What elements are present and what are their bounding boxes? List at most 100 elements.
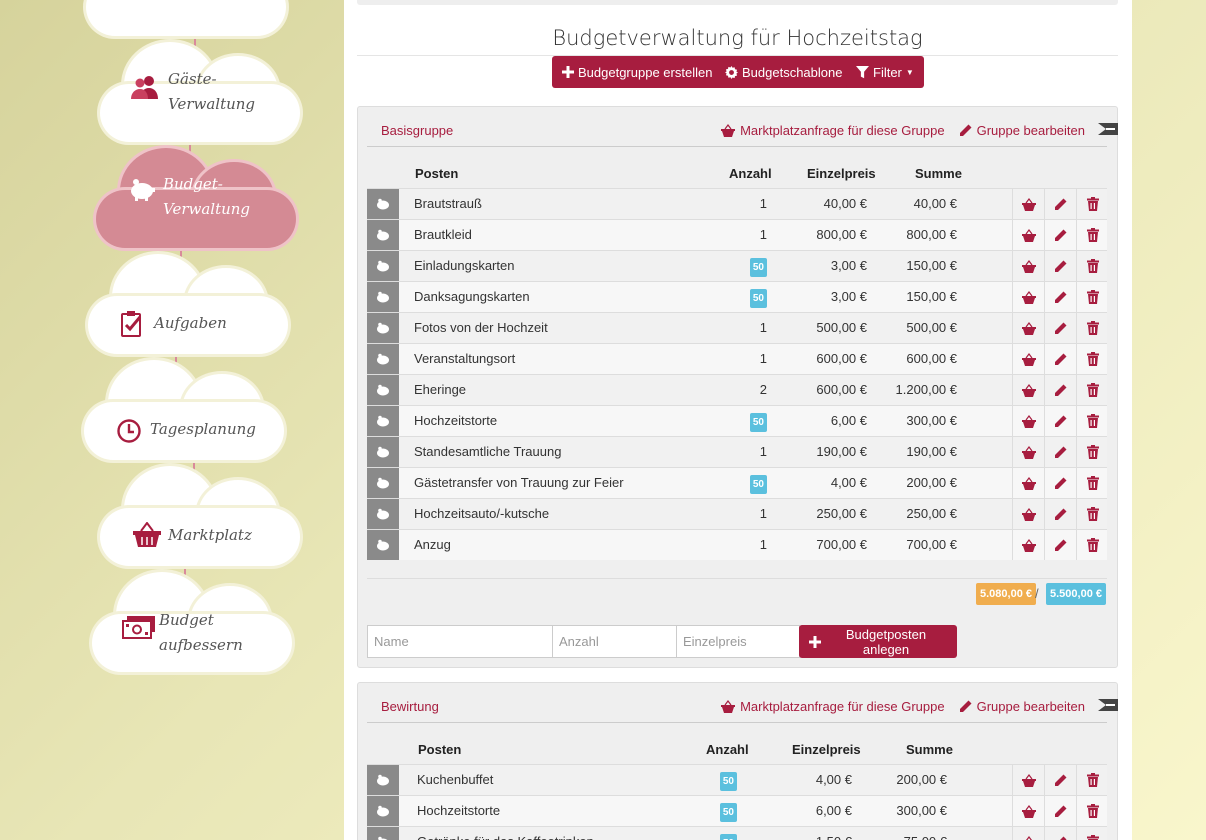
sidebar-item-tagesplanung[interactable]: Tagesplanung	[84, 360, 284, 460]
item-name[interactable]: Anzug	[414, 530, 451, 560]
item-name[interactable]: Veranstaltungsort	[414, 344, 515, 374]
drag-handle[interactable]	[367, 282, 399, 312]
edit-item-button[interactable]	[1044, 827, 1076, 840]
item-name[interactable]: Getränke für das Kaffeetrinken	[417, 827, 594, 840]
item-name[interactable]: Eheringe	[414, 375, 466, 405]
marketplace-item-button[interactable]	[1012, 765, 1044, 795]
marketplace-item-button[interactable]	[1012, 468, 1044, 498]
new-item-name-input[interactable]	[367, 625, 553, 658]
drag-handle[interactable]	[367, 220, 399, 250]
delete-item-button[interactable]	[1076, 313, 1108, 343]
drag-handle[interactable]	[367, 765, 399, 795]
new-item-unit-price-input[interactable]	[676, 625, 800, 658]
group-title[interactable]: Bewirtung	[381, 699, 439, 714]
sidebar-item-gäste[interactable]: Gäste- Verwaltung	[100, 42, 300, 142]
budget-item-row: Einladungskarten 50 3,00 € 150,00 €	[367, 250, 1107, 281]
drag-handle[interactable]	[367, 406, 399, 436]
marketplace-request-link[interactable]: Marktplatzanfrage für diese Gruppe	[721, 699, 945, 714]
budget-template-button[interactable]: Budgetschablone	[715, 56, 853, 88]
drag-handle[interactable]	[367, 499, 399, 529]
marketplace-item-button[interactable]	[1012, 313, 1044, 343]
edit-item-button[interactable]	[1044, 530, 1076, 560]
marketplace-item-button[interactable]	[1012, 406, 1044, 436]
drag-handle[interactable]	[367, 313, 399, 343]
delete-item-button[interactable]	[1076, 437, 1108, 467]
edit-item-button[interactable]	[1044, 406, 1076, 436]
item-name[interactable]: Danksagungskarten	[414, 282, 530, 312]
sidebar-item-dashboard[interactable]: Dashboard	[86, 0, 286, 36]
marketplace-item-button[interactable]	[1012, 437, 1044, 467]
edit-group-link[interactable]: Gruppe bearbeiten	[959, 699, 1085, 714]
marketplace-item-button[interactable]	[1012, 375, 1044, 405]
edit-item-button[interactable]	[1044, 251, 1076, 281]
delete-item-button[interactable]	[1076, 220, 1108, 250]
item-name[interactable]: Brautstrauß	[414, 189, 482, 219]
delete-item-button[interactable]	[1076, 796, 1108, 826]
item-name[interactable]: Hochzeitstorte	[417, 796, 500, 826]
edit-item-button[interactable]	[1044, 344, 1076, 374]
edit-item-button[interactable]	[1044, 796, 1076, 826]
drag-handle[interactable]	[367, 189, 399, 219]
add-budget-item-button[interactable]: Budgetposten anlegen	[799, 625, 957, 658]
item-name[interactable]: Fotos von der Hochzeit	[414, 313, 548, 343]
drag-handle[interactable]	[367, 437, 399, 467]
marketplace-item-button[interactable]	[1012, 282, 1044, 312]
marketplace-request-link[interactable]: Marktplatzanfrage für diese Gruppe	[721, 123, 945, 138]
delete-item-button[interactable]	[1076, 406, 1108, 436]
sidebar-item-aufgaben[interactable]: Aufgaben	[88, 254, 288, 354]
item-name[interactable]: Hochzeitsauto/-kutsche	[414, 499, 549, 529]
delete-item-button[interactable]	[1076, 827, 1108, 840]
item-name[interactable]: Standesamtliche Trauung	[414, 437, 561, 467]
create-budget-group-button[interactable]: Budgetgruppe erstellen	[552, 56, 723, 88]
collapse-group-icon[interactable]	[1098, 699, 1118, 711]
edit-item-button[interactable]	[1044, 765, 1076, 795]
marketplace-item-button[interactable]	[1012, 189, 1044, 219]
marketplace-item-button[interactable]	[1012, 827, 1044, 840]
marketplace-item-button[interactable]	[1012, 344, 1044, 374]
delete-item-button[interactable]	[1076, 468, 1108, 498]
trash-icon	[1086, 835, 1099, 840]
delete-item-button[interactable]	[1076, 375, 1108, 405]
item-name[interactable]: Gästetransfer von Trauung zur Feier	[414, 468, 624, 498]
drag-handle[interactable]	[367, 251, 399, 281]
edit-item-button[interactable]	[1044, 375, 1076, 405]
marketplace-item-button[interactable]	[1012, 499, 1044, 529]
filter-dropdown-button[interactable]: Filter ▼	[846, 56, 924, 88]
drag-handle[interactable]	[367, 796, 399, 826]
item-name[interactable]: Brautkleid	[414, 220, 472, 250]
edit-item-button[interactable]	[1044, 189, 1076, 219]
delete-item-button[interactable]	[1076, 499, 1108, 529]
sidebar-item-budget[interactable]: Budget- Verwaltung	[96, 148, 296, 248]
marketplace-item-button[interactable]	[1012, 530, 1044, 560]
edit-item-button[interactable]	[1044, 282, 1076, 312]
delete-item-button[interactable]	[1076, 189, 1108, 219]
edit-item-button[interactable]	[1044, 468, 1076, 498]
delete-item-button[interactable]	[1076, 282, 1108, 312]
edit-item-button[interactable]	[1044, 499, 1076, 529]
sidebar-item-label: Tagesplanung	[150, 420, 256, 438]
drag-handle[interactable]	[367, 827, 399, 840]
delete-item-button[interactable]	[1076, 530, 1108, 560]
new-item-quantity-input[interactable]	[552, 625, 677, 658]
drag-handle[interactable]	[367, 344, 399, 374]
edit-item-button[interactable]	[1044, 437, 1076, 467]
item-name[interactable]: Kuchenbuffet	[417, 765, 493, 795]
marketplace-item-button[interactable]	[1012, 220, 1044, 250]
marketplace-item-button[interactable]	[1012, 796, 1044, 826]
sidebar-item-marktplatz[interactable]: Marktplatz	[100, 466, 300, 566]
item-name[interactable]: Einladungskarten	[414, 251, 514, 281]
item-name[interactable]: Hochzeitstorte	[414, 406, 497, 436]
edit-group-link[interactable]: Gruppe bearbeiten	[959, 123, 1085, 138]
group-title[interactable]: Basisgruppe	[381, 123, 453, 138]
sidebar-item-budget[interactable]: Budget aufbessern	[92, 572, 292, 672]
drag-handle[interactable]	[367, 468, 399, 498]
delete-item-button[interactable]	[1076, 251, 1108, 281]
drag-handle[interactable]	[367, 375, 399, 405]
delete-item-button[interactable]	[1076, 344, 1108, 374]
edit-item-button[interactable]	[1044, 220, 1076, 250]
collapse-group-icon[interactable]	[1098, 123, 1118, 135]
delete-item-button[interactable]	[1076, 765, 1108, 795]
edit-item-button[interactable]	[1044, 313, 1076, 343]
drag-handle[interactable]	[367, 530, 399, 560]
marketplace-item-button[interactable]	[1012, 251, 1044, 281]
